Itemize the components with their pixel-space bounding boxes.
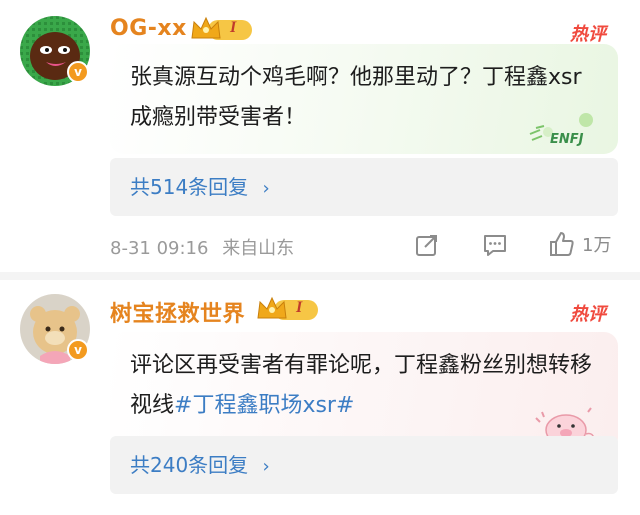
comment-button[interactable]: [482, 232, 508, 258]
hot-comment-label: 热评: [570, 304, 606, 325]
comment-item: v 树宝拯救世界 I 热评 评论区再受害者有罪论呢，丁程鑫粉丝别想转移视线#丁程…: [0, 280, 640, 515]
level-badge-text: I: [230, 19, 237, 36]
username[interactable]: OG-xx: [110, 16, 187, 41]
comment-separator: [0, 272, 640, 280]
hot-comment-label: 热评: [570, 24, 606, 45]
crown-level-badge-icon: I: [256, 294, 322, 324]
share-icon: [416, 235, 437, 256]
action-bar: 1万: [0, 228, 640, 264]
replies-count: 共240条回复: [130, 453, 249, 477]
replies-count: 共514条回复: [130, 175, 249, 199]
comment-bubble: 张真源互动个鸡毛啊？他那里动了？丁程鑫xsr成瘾别带受害者！ ENFJ: [110, 44, 618, 154]
sticker-text: ENFJ: [550, 132, 584, 147]
enfj-sticker-icon: ENFJ: [528, 110, 600, 147]
comment-text: 张真源互动个鸡毛啊？他那里动了？丁程鑫xsr成瘾别带受害者！: [130, 65, 582, 130]
crown-level-badge-icon: I: [190, 14, 256, 44]
thumbs-up-icon: [550, 232, 574, 256]
chevron-right-icon: ›: [262, 456, 270, 477]
comment-bubble: 评论区再受害者有罪论呢，丁程鑫粉丝别想转移视线#丁程鑫职场xsr#: [110, 332, 618, 452]
hashtag-link[interactable]: #丁程鑫职场xsr#: [174, 393, 354, 418]
share-button[interactable]: [414, 232, 440, 258]
replies-button[interactable]: 共514条回复 ›: [110, 158, 618, 216]
like-button[interactable]: 1万: [548, 230, 611, 258]
chevron-right-icon: ›: [262, 178, 270, 199]
verified-badge-icon: v: [67, 339, 89, 361]
username[interactable]: 树宝拯救世界: [110, 296, 245, 328]
verified-badge-icon: v: [67, 61, 89, 83]
like-count: 1万: [582, 235, 612, 256]
level-badge-text: I: [296, 299, 303, 316]
comment-item: v OG-xx I 热评 张真源互动个鸡毛啊？他那里动了？丁程鑫xsr成瘾别带受…: [0, 0, 640, 272]
comment-icon: [484, 235, 506, 256]
replies-button[interactable]: 共240条回复 ›: [110, 436, 618, 494]
